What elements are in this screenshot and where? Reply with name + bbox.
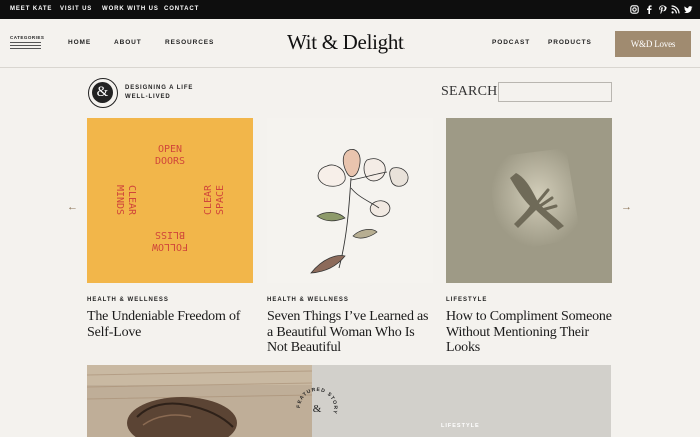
top-bar: MEET KATE VISIT US WORK WITH US CONTACT bbox=[0, 0, 700, 19]
nav-home[interactable]: HOME bbox=[68, 39, 91, 46]
search-label: SEARCH bbox=[441, 84, 498, 99]
site-header: CATEGORIES HOME ABOUT RESOURCES Wit & De… bbox=[0, 19, 700, 68]
nav-podcast[interactable]: PODCAST bbox=[492, 39, 530, 46]
ampersand-badge: & bbox=[88, 78, 118, 108]
menu-line-icon bbox=[10, 48, 41, 49]
card-title-link[interactable]: Seven Things I’ve Learned as a Beautiful… bbox=[267, 309, 437, 356]
site-logo[interactable]: Wit & Delight. bbox=[287, 30, 405, 55]
pinterest-icon[interactable] bbox=[658, 5, 667, 14]
card-category[interactable]: HEALTH & WELLNESS bbox=[267, 297, 349, 303]
card-image-flower-sketch[interactable] bbox=[267, 118, 433, 283]
visit-us-link[interactable]: VISIT US bbox=[60, 6, 92, 12]
wd-loves-button[interactable]: W&D Loves bbox=[615, 31, 691, 57]
art-minds: MINDS bbox=[114, 185, 125, 215]
nav-resources[interactable]: RESOURCES bbox=[165, 39, 214, 46]
card-image-hand-shadow[interactable] bbox=[446, 118, 612, 283]
card-title-link[interactable]: How to Compliment Someone Without Mentio… bbox=[446, 309, 616, 356]
featured-story-image[interactable] bbox=[87, 365, 312, 437]
art-follow: FOLLOW bbox=[151, 241, 188, 252]
featured-story-banner[interactable]: FEATURED STORY & LIFESTYLE bbox=[87, 365, 611, 437]
card-category[interactable]: HEALTH & WELLNESS bbox=[87, 297, 169, 303]
logo-text: Wit & Delight bbox=[287, 30, 404, 54]
art-open: OPEN bbox=[158, 144, 182, 155]
nav-about[interactable]: ABOUT bbox=[114, 39, 142, 46]
carousel-next-arrow-icon[interactable]: → bbox=[621, 202, 632, 213]
featured-story-stamp: FEATURED STORY & bbox=[296, 387, 337, 415]
menu-line-icon bbox=[10, 42, 41, 43]
meet-kate-link[interactable]: MEET KATE bbox=[10, 6, 52, 12]
contact-link[interactable]: CONTACT bbox=[164, 6, 199, 12]
card-title-link[interactable]: The Undeniable Freedom of Self-Love bbox=[87, 309, 257, 340]
twitter-icon[interactable] bbox=[684, 5, 693, 14]
carousel-prev-arrow-icon[interactable]: ← bbox=[67, 202, 78, 213]
art-bliss: BLISS bbox=[155, 229, 185, 240]
menu-line-icon bbox=[10, 45, 41, 46]
ampersand-icon: & bbox=[92, 82, 113, 103]
instagram-icon[interactable] bbox=[630, 5, 639, 14]
site-tagline: DESIGNING A LIFE WELL-LIVED bbox=[125, 85, 194, 100]
featured-category[interactable]: LIFESTYLE bbox=[441, 423, 480, 429]
logo-dot: . bbox=[403, 45, 406, 51]
rss-icon[interactable] bbox=[671, 5, 680, 14]
nav-products[interactable]: PRODUCTS bbox=[548, 39, 592, 46]
card-image-affirmations[interactable]: OPEN DOORS CLEAR MINDS CLEAR SPACE FOLLO… bbox=[87, 118, 253, 283]
categories-label: CATEGORIES bbox=[10, 35, 45, 40]
categories-menu-button[interactable]: CATEGORIES bbox=[10, 35, 45, 49]
art-clear-left: CLEAR bbox=[126, 185, 137, 216]
art-clear-right: CLEAR bbox=[203, 184, 214, 215]
work-with-us-link[interactable]: WORK WITH US bbox=[102, 6, 159, 12]
search-input[interactable] bbox=[498, 82, 612, 102]
card-category[interactable]: LIFESTYLE bbox=[446, 297, 487, 303]
ampersand-icon: & bbox=[313, 403, 322, 415]
facebook-icon[interactable] bbox=[645, 5, 654, 14]
art-space: SPACE bbox=[215, 185, 226, 215]
art-doors: DOORS bbox=[155, 156, 185, 167]
